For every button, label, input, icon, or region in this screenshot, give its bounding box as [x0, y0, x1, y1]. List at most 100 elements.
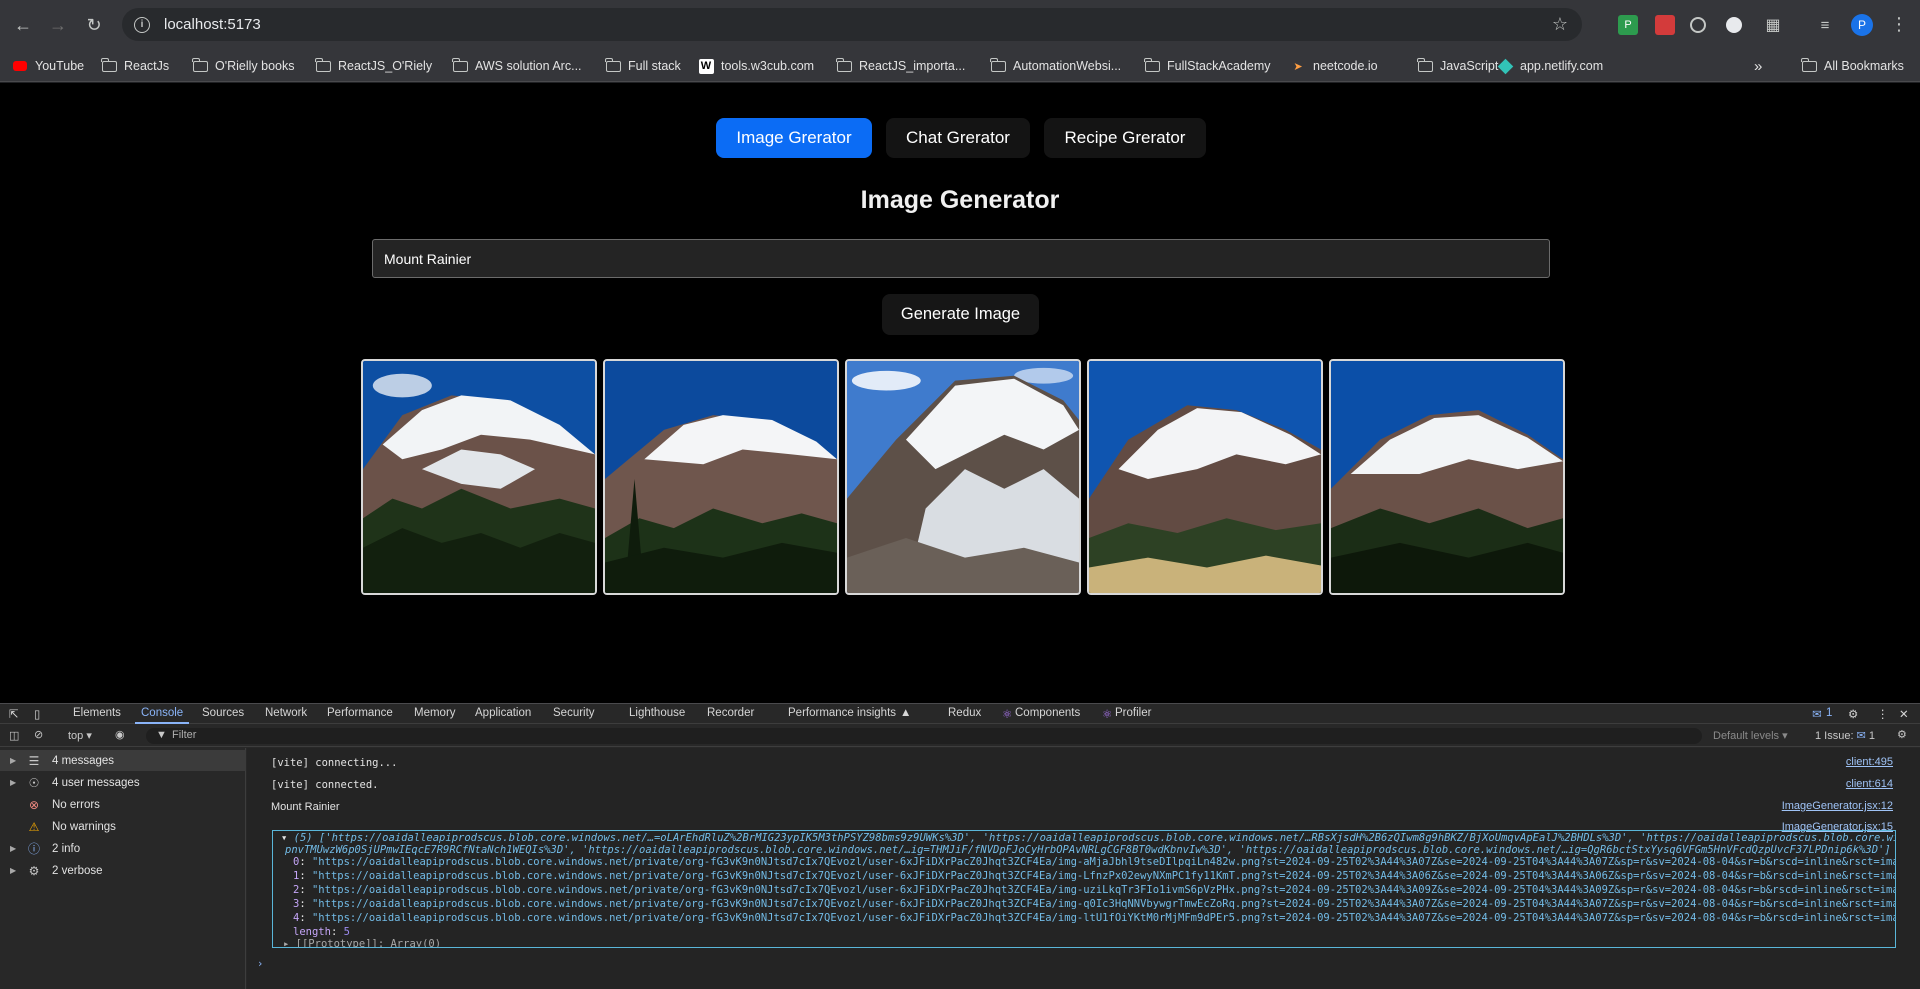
extension-red-icon[interactable] [1655, 15, 1675, 35]
console-source-link[interactable]: client:495 [1846, 756, 1893, 768]
console-settings-icon[interactable]: ⚙ [1897, 728, 1907, 741]
tab-profiler[interactable]: Profiler [1115, 707, 1151, 719]
expand-arrow-icon[interactable]: ▸ [283, 938, 289, 947]
sidebar-item-label: No warnings [52, 820, 116, 833]
folder-icon [315, 57, 331, 73]
bookmark-label: AutomationWebsi... [1013, 59, 1122, 73]
expand-arrow-icon[interactable]: ▶ [0, 866, 16, 875]
array-value: "https://oaidalleapiprodscus.blob.core.w… [311, 870, 1896, 882]
site-info-icon[interactable]: i [134, 16, 150, 33]
tab-sources[interactable]: Sources [202, 707, 244, 719]
address-bar[interactable]: i localhost:5173 ☆ [122, 8, 1582, 41]
tab-application[interactable]: Application [475, 707, 531, 719]
extension-circle-icon[interactable] [1690, 17, 1706, 33]
issues-badge[interactable]: 1 [1826, 707, 1832, 719]
device-toolbar-icon[interactable]: ▯ [34, 707, 40, 721]
all-bookmarks[interactable]: All Bookmarks [1801, 56, 1904, 76]
bookmark-youtube[interactable]: YouTube [12, 56, 84, 76]
bookmarks-overflow-icon[interactable]: » [1754, 56, 1762, 76]
array-summary-line[interactable]: ▾ (5) ['https://oaidalleapiprodscus.blob… [281, 832, 1895, 844]
expand-arrow-icon[interactable]: ▶ [0, 778, 16, 787]
expand-arrow-icon[interactable]: ▶ [0, 756, 16, 765]
extensions-puzzle-icon[interactable]: ▦ [1763, 15, 1783, 35]
collapse-arrow-icon[interactable]: ▾ [281, 832, 287, 844]
back-arrow-icon[interactable]: ← [9, 11, 37, 39]
array-log-expanded[interactable]: ▾ (5) ['https://oaidalleapiprodscus.blob… [272, 830, 1896, 948]
tab-elements[interactable]: Elements [73, 707, 121, 719]
extension-dark-icon[interactable] [1726, 17, 1742, 33]
tab-components[interactable]: Components [1015, 707, 1080, 719]
bookmark-full-stack[interactable]: Full stack [605, 56, 681, 76]
prompt-input[interactable]: Mount Rainier [372, 239, 1550, 278]
generated-image[interactable] [1329, 359, 1565, 595]
clear-console-icon[interactable]: ⊘ [34, 728, 43, 741]
default-levels-select[interactable]: Default levels ▾ [1713, 729, 1788, 742]
sidebar-item-warnings[interactable]: ⚠ No warnings [0, 816, 246, 837]
sidebar-item-errors[interactable]: ⊗ No errors [0, 794, 246, 815]
bookmark-label: ReactJS_importa... [859, 59, 966, 73]
bookmark-neetcode[interactable]: ➤ neetcode.io [1290, 56, 1377, 76]
tab-lighthouse[interactable]: Lighthouse [629, 707, 685, 719]
expand-arrow-icon[interactable]: ▶ [0, 844, 16, 853]
tab-memory[interactable]: Memory [414, 707, 456, 719]
sidebar-item-messages[interactable]: ▶ ☰ 4 messages [0, 750, 246, 771]
sidebar-item-verbose[interactable]: ▶ ⚙ 2 verbose [0, 860, 246, 881]
live-expression-eye-icon[interactable]: ◉ [115, 728, 125, 741]
profile-avatar[interactable]: P [1851, 14, 1873, 36]
tab-recorder[interactable]: Recorder [707, 707, 754, 719]
reload-icon[interactable]: ↻ [80, 11, 108, 39]
generate-image-button[interactable]: Generate Image [882, 294, 1039, 335]
reading-list-icon[interactable]: ≡ [1815, 15, 1835, 35]
bookmark-fullstackacademy[interactable]: FullStackAcademy [1144, 56, 1271, 76]
tab-security[interactable]: Security [553, 707, 595, 719]
tab-recipe-generator[interactable]: Recipe Grerator [1044, 118, 1206, 158]
tab-performance-insights[interactable]: Performance insights [788, 707, 896, 719]
devtools-settings-icon[interactable]: ⚙ [1848, 707, 1858, 721]
console-prompt-icon[interactable]: › [257, 958, 263, 970]
console-source-link[interactable]: client:614 [1846, 778, 1893, 790]
issue-counter[interactable]: 1 Issue: ✉ 1 [1815, 729, 1875, 742]
sidebar-item-label: 4 user messages [52, 776, 140, 789]
tab-network[interactable]: Network [265, 707, 307, 719]
forward-arrow-icon[interactable]: → [44, 11, 72, 39]
all-bookmarks-label: All Bookmarks [1824, 59, 1904, 73]
length-value: 5 [343, 926, 350, 938]
bookmark-w3cub[interactable]: W tools.w3cub.com [698, 56, 814, 76]
bookmark-automation[interactable]: AutomationWebsi... [990, 56, 1121, 76]
generated-image[interactable] [845, 359, 1081, 595]
console-source-link[interactable]: ImageGenerator.jsx:12 [1782, 800, 1893, 812]
devtools-close-icon[interactable]: ✕ [1899, 707, 1909, 721]
context-select[interactable]: top ▾ [68, 729, 92, 742]
generated-image[interactable] [361, 359, 597, 595]
tab-image-generator[interactable]: Image Grerator [716, 118, 872, 158]
tab-chat-generator[interactable]: Chat Grerator [886, 118, 1030, 158]
generated-image[interactable] [1087, 359, 1323, 595]
bookmark-reactjs-oriely[interactable]: ReactJS_O'Riely [315, 56, 432, 76]
sidebar-item-user-messages[interactable]: ▶ ☉ 4 user messages [0, 772, 246, 793]
bookmark-aws[interactable]: AWS solution Arc... [452, 56, 582, 76]
array-value: "https://oaidalleapiprodscus.blob.core.w… [311, 856, 1896, 868]
bookmark-orielly-books[interactable]: O'Rielly books [192, 56, 295, 76]
bookmark-label: app.netlify.com [1520, 59, 1604, 73]
issues-chat-icon[interactable]: ✉ [1812, 707, 1822, 721]
array-prototype[interactable]: ▸ [[Prototype]]: Array(0) [283, 938, 441, 947]
sidebar-toggle-icon[interactable]: ◫ [9, 729, 19, 742]
bookmark-reactjs[interactable]: ReactJs [101, 56, 169, 76]
mountain-image-2 [605, 361, 837, 593]
tab-redux[interactable]: Redux [948, 707, 981, 719]
tab-performance[interactable]: Performance [327, 707, 393, 719]
bookmark-netlify[interactable]: app.netlify.com [1497, 56, 1603, 76]
browser-menu-icon[interactable]: ⋮ [1890, 14, 1908, 35]
bookmark-star-icon[interactable]: ☆ [1552, 14, 1568, 35]
inspect-element-icon[interactable]: ⇱ [9, 707, 19, 721]
devtools-menu-icon[interactable]: ⋮ [1877, 707, 1889, 721]
filter-input[interactable]: ▼ Filter [146, 728, 1702, 744]
bookmark-javascript[interactable]: JavaScript [1417, 56, 1498, 76]
bookmark-reactjs-importa[interactable]: ReactJS_importa... [836, 56, 965, 76]
url-text[interactable]: localhost:5173 [164, 16, 261, 33]
generated-image[interactable] [603, 359, 839, 595]
bookmark-label: ReactJs [124, 59, 170, 73]
sidebar-item-info[interactable]: ▶ ⓘ 2 info [0, 838, 246, 859]
tab-console[interactable]: Console [134, 707, 190, 724]
extension-green-icon[interactable]: P [1618, 15, 1638, 35]
